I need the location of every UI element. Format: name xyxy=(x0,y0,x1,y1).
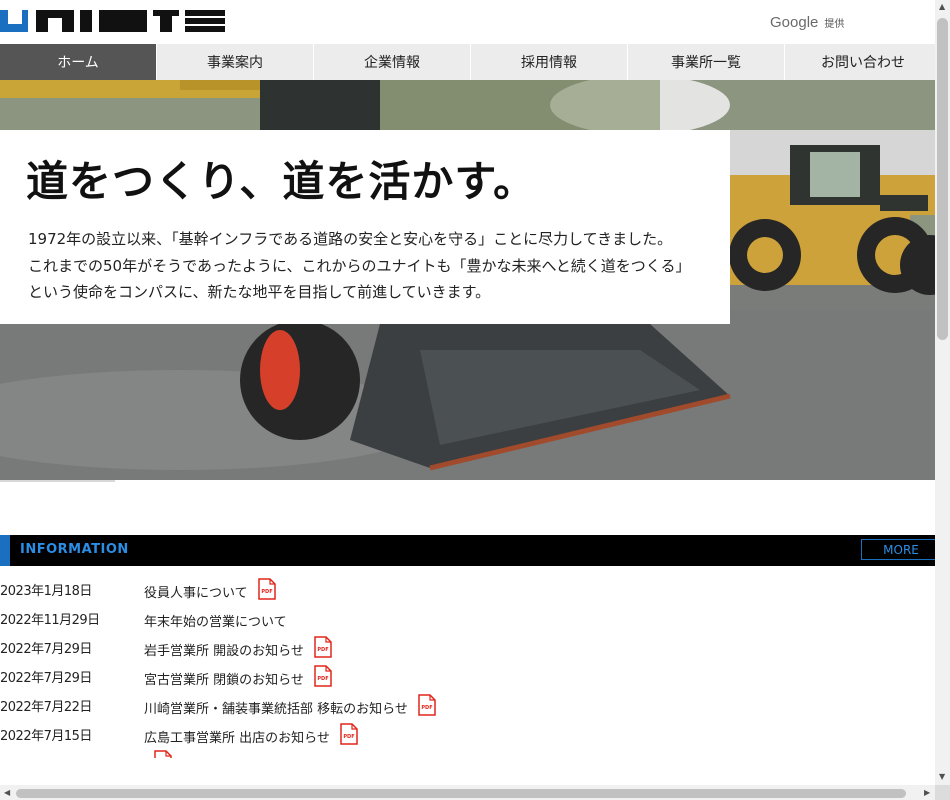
nav-contact[interactable]: お問い合わせ xyxy=(785,44,935,80)
pdf-icon[interactable]: PDF xyxy=(257,577,276,600)
news-item[interactable]: 2022年11月29日 年末年始の営業について xyxy=(0,603,935,632)
nav-business[interactable]: 事業案内 xyxy=(157,44,314,80)
information-bar: INFORMATION MORE xyxy=(0,535,935,566)
news-date: 2023年1月18日 xyxy=(0,584,92,599)
nav-home[interactable]: ホーム xyxy=(0,44,157,80)
pdf-label: PDF xyxy=(421,705,432,711)
news-title-link[interactable]: 岩手営業所 開設のお知らせ PDF xyxy=(144,635,332,659)
scroll-up-arrow[interactable]: ▲ xyxy=(939,3,945,11)
pdf-icon[interactable]: PDF xyxy=(340,722,358,745)
information-accent xyxy=(0,535,10,566)
scroll-right-arrow[interactable]: ▶ xyxy=(924,789,930,797)
news-date: 2022年7月22日 xyxy=(0,700,92,715)
hero-image: 道をつくり、道を活かす。 1972年の設立以来、「基幹インフラである道路の安全と… xyxy=(0,80,935,480)
news-item[interactable]: 2022年7月15日 広島工事営業所 出店のお知らせ PDF xyxy=(0,719,935,748)
pdf-label: PDF xyxy=(261,589,272,595)
slider-indicator[interactable] xyxy=(0,480,115,482)
news-date: 2022年7月29日 xyxy=(0,671,92,686)
horizontal-scroll-thumb[interactable] xyxy=(16,789,906,798)
google-translate-badge[interactable]: Google 提供 xyxy=(770,14,844,31)
pdf-label: PDF xyxy=(343,734,354,740)
google-provided-label: 提供 xyxy=(824,19,845,30)
main-nav: ホーム 事業案内 企業情報 採用情報 事業所一覧 お問い合わせ xyxy=(0,44,935,80)
pdf-label: PDF xyxy=(317,647,328,653)
information-title: INFORMATION xyxy=(20,542,129,557)
pdf-icon[interactable]: PDF xyxy=(418,693,436,716)
scroll-left-arrow[interactable]: ◀ xyxy=(4,789,10,797)
news-title-link[interactable]: 川崎営業所・舗装事業統括部 移転のお知らせ PDF xyxy=(144,693,436,717)
hero-card: 道をつくり、道を活かす。 1972年の設立以来、「基幹インフラである道路の安全と… xyxy=(0,130,730,324)
news-date: 2022年7月29日 xyxy=(0,642,92,657)
nav-recruit[interactable]: 採用情報 xyxy=(471,44,628,80)
news-item[interactable]: 2023年1月18日 役員人事について PDF xyxy=(0,574,935,603)
pdf-label: PDF xyxy=(317,676,328,682)
vertical-scroll-thumb[interactable] xyxy=(937,18,948,340)
hero-line: これまでの50年がそうであったように、これからのユナイトも「豊かな未来へと続く道… xyxy=(28,256,691,275)
news-title-link[interactable]: 宮古営業所 閉鎖のお知らせ PDF xyxy=(144,664,332,688)
pdf-icon[interactable]: PDF xyxy=(314,635,332,658)
more-button[interactable]: MORE xyxy=(861,539,935,560)
pdf-icon[interactable]: PDF xyxy=(314,664,332,687)
news-title-text: 宮古営業所 閉鎖のお知らせ xyxy=(144,673,304,688)
hero-title: 道をつくり、道を活かす。 xyxy=(26,157,537,206)
hero-description: 1972年の設立以来、「基幹インフラである道路の安全と安心を守る」ことに尽力して… xyxy=(28,226,690,306)
news-date: 2022年11月29日 xyxy=(0,613,100,628)
scroll-down-arrow[interactable]: ▼ xyxy=(939,773,945,781)
news-item[interactable]: 2022年7月22日 川崎営業所・舗装事業統括部 移転のお知らせ PDF xyxy=(0,690,935,719)
news-title-text: 広島工事営業所 出店のお知らせ xyxy=(144,731,330,746)
nav-offices[interactable]: 事業所一覧 xyxy=(628,44,785,80)
scrollbar-corner xyxy=(935,785,950,800)
news-title-link[interactable]: 役員人事について PDF xyxy=(144,577,276,601)
news-item[interactable]: 2022年7月29日 宮古営業所 閉鎖のお知らせ PDF xyxy=(0,661,935,690)
page: Google 提供 ホーム 事業案内 企業情報 採用情報 事業所一覧 お問い合わ… xyxy=(0,0,935,785)
news-title-text: 役員人事について xyxy=(144,586,248,601)
hero-line: という使命をコンパスに、新たな地平を目指して前進していきます。 xyxy=(28,283,491,301)
unite-logo[interactable] xyxy=(0,10,225,32)
news-title-text: 岩手営業所 開設のお知らせ xyxy=(144,644,304,659)
news-date: 2022年7月15日 xyxy=(0,754,92,758)
news-title-text: 年末年始の営業について xyxy=(144,615,287,630)
news-title-link[interactable]: 広島工事営業所 出店のお知らせ PDF xyxy=(144,722,358,746)
news-title-link[interactable]: 年末年始の営業について xyxy=(144,611,287,630)
google-label: Google xyxy=(770,14,819,31)
news-title-text: 川崎営業所・舗装事業統括部 移転のお知らせ xyxy=(144,702,408,717)
pdf-icon[interactable]: PDF xyxy=(154,750,172,758)
news-list: 2023年1月18日 役員人事について PDF 2022年11月29日 年末年始の営業に… xyxy=(0,574,935,758)
news-title-link[interactable]: PDF xyxy=(144,750,172,758)
news-item[interactable]: 2022年7月15日 PDF xyxy=(0,748,935,758)
nav-company[interactable]: 企業情報 xyxy=(314,44,471,80)
hero-line: 1972年の設立以来、「基幹インフラである道路の安全と安心を守る」ことに尽力して… xyxy=(28,230,673,248)
news-date: 2022年7月15日 xyxy=(0,729,92,744)
news-item[interactable]: 2022年7月29日 岩手営業所 開設のお知らせ PDF xyxy=(0,632,935,661)
